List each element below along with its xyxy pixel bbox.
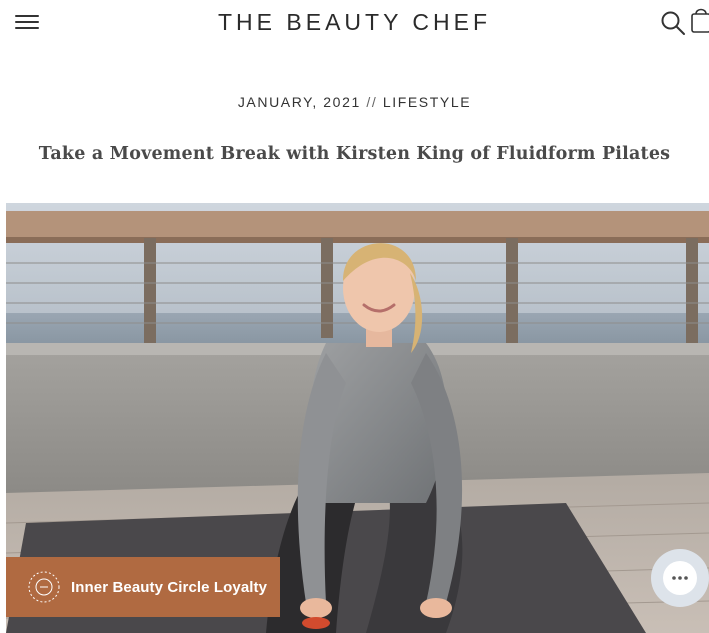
search-icon[interactable] [660, 10, 686, 36]
shopping-bag-icon[interactable] [690, 6, 709, 34]
meta-separator: // [366, 94, 378, 110]
chat-button[interactable] [651, 549, 709, 607]
article-date: JANUARY, 2021 [237, 94, 361, 110]
site-logo[interactable]: THE BEAUTY CHEF [0, 9, 709, 36]
site-header: THE BEAUTY CHEF [0, 0, 709, 46]
article-meta: JANUARY, 2021 // LIFESTYLE [0, 94, 709, 110]
article-title: Take a Movement Break with Kirsten King … [38, 144, 671, 164]
chat-bubble-icon [663, 561, 697, 595]
category-link[interactable]: LIFESTYLE [383, 94, 471, 110]
loyalty-program-button[interactable]: Inner Beauty Circle Loyalty [6, 557, 280, 617]
loyalty-label: Inner Beauty Circle Loyalty [71, 578, 268, 596]
beauty-studio-badge-icon [27, 570, 61, 604]
